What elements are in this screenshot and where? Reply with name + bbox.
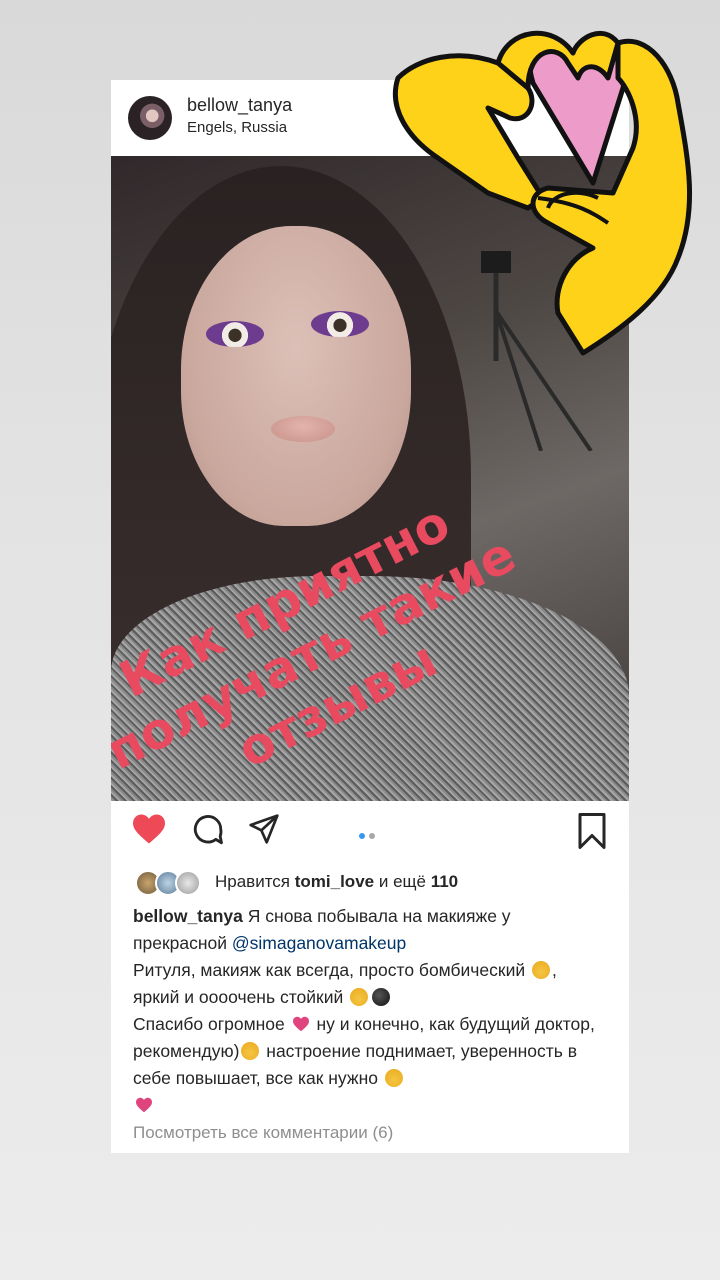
pink-heart-emoji (136, 1097, 152, 1113)
photo-face (181, 226, 411, 526)
comment-icon[interactable] (191, 813, 225, 847)
post-caption: bellow_tanya Я снова побывала на макияже… (133, 903, 607, 1119)
post-location[interactable]: Engels, Russia (187, 119, 287, 136)
smile-emoji (384, 1069, 403, 1087)
heart-hands-sticker[interactable] (378, 8, 718, 358)
likes-count[interactable]: 110 (431, 872, 458, 891)
caption-text-4: Спасибо огромное (133, 1014, 285, 1034)
user-avatar[interactable] (128, 96, 172, 140)
caption-mention[interactable]: @simaganovamakeup (232, 933, 406, 953)
post-actions (111, 801, 629, 857)
bookmark-icon[interactable] (577, 813, 607, 849)
carousel-dot-active (359, 833, 365, 839)
grin-emoji (241, 1042, 260, 1060)
post-username[interactable]: bellow_tanya (187, 95, 292, 116)
likes-text: Нравится tomi_love и ещё 110 (215, 872, 458, 892)
photo-lips (271, 416, 335, 442)
liker-avatar (175, 870, 201, 896)
pink-heart-emoji (292, 1016, 309, 1032)
heart-eyes-emoji (532, 961, 550, 979)
caption-username[interactable]: bellow_tanya (133, 906, 243, 926)
likes-user[interactable]: tomi_love (295, 872, 374, 891)
share-icon[interactable] (247, 813, 281, 845)
carousel-dot (369, 833, 375, 839)
smile-emoji (350, 988, 369, 1006)
photo-eye-right (311, 311, 369, 337)
photo-eye-left (206, 321, 264, 347)
view-all-comments-link[interactable]: Посмотреть все комментарии (6) (133, 1123, 393, 1143)
caption-text-2: Ритуля, макияж как всегда, просто бомбич… (133, 960, 526, 980)
likes-prefix: Нравится (215, 872, 291, 891)
heart-icon[interactable] (131, 813, 167, 845)
likes-middle: и ещё (378, 872, 426, 891)
carousel-indicator (359, 826, 379, 844)
bomb-emoji (372, 988, 391, 1006)
